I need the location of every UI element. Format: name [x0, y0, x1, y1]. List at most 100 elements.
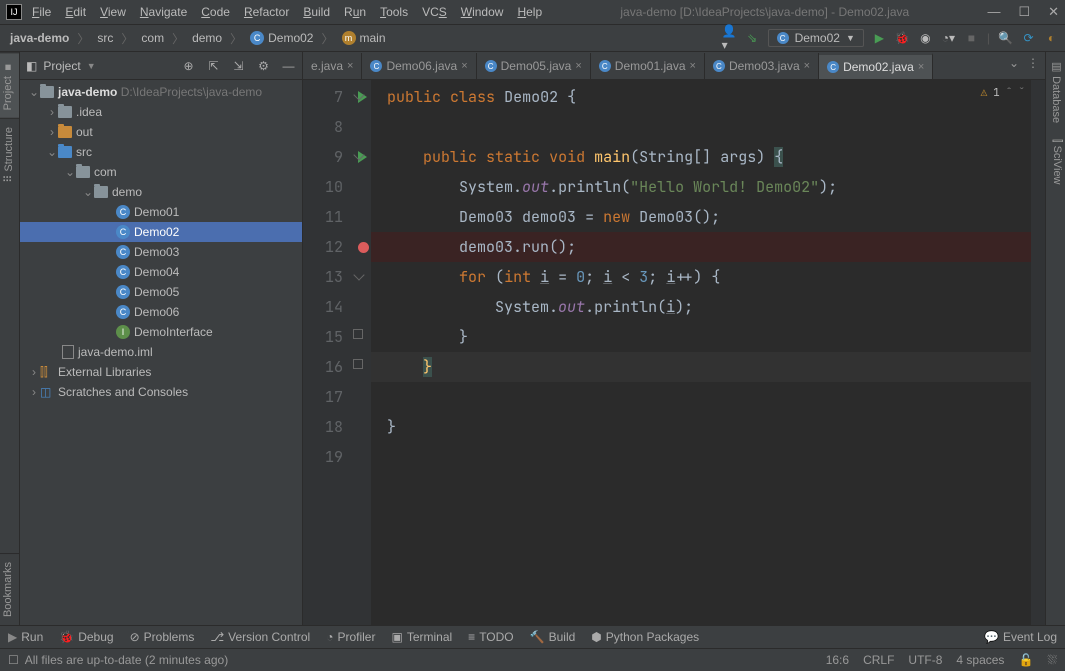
bottom-tab-build[interactable]: 🔨Build [530, 630, 576, 644]
build-icon[interactable]: ⇘ [745, 31, 760, 46]
crumb-demo[interactable]: demo [188, 31, 226, 45]
maximize-icon[interactable]: ☐ [1018, 4, 1030, 20]
profile-icon[interactable]: ◔▾ [941, 31, 956, 46]
bottom-tab-vcs[interactable]: ⎇Version Control [210, 630, 310, 644]
collapse-all-icon[interactable]: ⇲ [231, 58, 246, 73]
tree-node-idea[interactable]: ›.idea [20, 102, 302, 122]
run-icon[interactable]: ▶ [872, 31, 887, 46]
close-icon[interactable]: × [575, 60, 581, 72]
status-indent[interactable]: 4 spaces [956, 653, 1004, 667]
tab-demo01[interactable]: CDemo01.java× [591, 53, 705, 79]
tree-node-demo[interactable]: ⌄demo [20, 182, 302, 202]
crumb-src[interactable]: src [93, 31, 117, 45]
add-config-icon[interactable]: 👤▾ [722, 31, 737, 46]
menu-view[interactable]: View [100, 5, 126, 19]
menu-vcs[interactable]: VCS [422, 5, 447, 19]
bottom-tab-problems[interactable]: ⊘Problems [130, 630, 195, 644]
code-content[interactable]: public class Demo02 { public static void… [371, 80, 1045, 625]
menu-code[interactable]: Code [201, 5, 230, 19]
close-icon[interactable]: × [347, 60, 353, 72]
sync-icon[interactable]: ⟳ [1021, 31, 1036, 46]
coverage-icon[interactable]: ◉ [918, 31, 933, 46]
close-icon[interactable]: × [804, 60, 810, 72]
menu-navigate[interactable]: Navigate [140, 5, 187, 19]
tree-node-com[interactable]: ⌄com [20, 162, 302, 182]
menu-help[interactable]: Help [517, 5, 542, 19]
left-tab-bookmarks[interactable]: Bookmarks [0, 553, 19, 625]
bottom-tab-profiler[interactable]: ◔Profiler [326, 630, 375, 644]
tree-node-demo03[interactable]: CDemo03 [20, 242, 302, 262]
tab-demo05[interactable]: CDemo05.java× [477, 53, 591, 79]
tree-node-demo02[interactable]: CDemo02 [20, 222, 302, 242]
select-opened-icon[interactable]: ⊕ [181, 58, 196, 73]
menu-file[interactable]: File [32, 5, 51, 19]
menu-edit[interactable]: Edit [65, 5, 86, 19]
search-icon[interactable]: 🔍 [998, 31, 1013, 46]
fold-gutter[interactable] [351, 80, 371, 625]
line-gutter[interactable]: 7 8 9 10 11 12 13 14 15 16 17 18 19 [303, 80, 351, 625]
tree-node-src[interactable]: ⌄src [20, 142, 302, 162]
minimize-icon[interactable]: ― [987, 4, 1000, 20]
close-icon[interactable]: ✕ [1048, 4, 1059, 20]
tabs-more-icon[interactable]: ⋮ [1027, 56, 1039, 70]
hide-panel-icon[interactable]: — [281, 58, 296, 73]
tree-node-iml[interactable]: java-demo.iml [20, 342, 302, 362]
menu-window[interactable]: Window [461, 5, 504, 19]
debug-icon[interactable]: 🐞 [895, 31, 910, 46]
stop-icon[interactable]: ■ [964, 31, 979, 46]
tree-node-demointerface[interactable]: IDemoInterface [20, 322, 302, 342]
expand-all-icon[interactable]: ⇱ [206, 58, 221, 73]
crumb-class[interactable]: CDemo02 [246, 31, 317, 45]
chevron-down-icon[interactable]: ▼ [87, 61, 96, 71]
crumb-project[interactable]: java-demo [6, 31, 73, 45]
menu-build[interactable]: Build [303, 5, 330, 19]
right-tab-sciview[interactable]: ⫿ SciView [1046, 131, 1065, 193]
tree-node-out[interactable]: ›out [20, 122, 302, 142]
readonly-icon[interactable]: 🔓 [1018, 653, 1033, 667]
status-encoding[interactable]: UTF-8 [908, 653, 942, 667]
code-editor[interactable]: 7 8 9 10 11 12 13 14 15 16 17 18 19 [303, 80, 1045, 625]
tree-node-project[interactable]: ⌄java-demo D:\IdeaProjects\java-demo [20, 82, 302, 102]
tab-partial[interactable]: e.java× [303, 53, 362, 79]
close-icon[interactable]: × [461, 60, 467, 72]
bottom-tab-debug[interactable]: 🐞Debug [59, 630, 113, 644]
right-tab-database[interactable]: ▤ Database [1046, 52, 1065, 131]
close-icon[interactable]: × [918, 61, 924, 73]
tree-node-scratches[interactable]: ›◫Scratches and Consoles [20, 382, 302, 402]
menu-run[interactable]: Run [344, 5, 366, 19]
bottom-tab-terminal[interactable]: ▣Terminal [391, 630, 452, 644]
tree-node-external[interactable]: ›⫿⫿External Libraries [20, 362, 302, 382]
close-icon[interactable]: × [690, 60, 696, 72]
left-tab-project[interactable]: Project ■ [0, 52, 19, 118]
left-tab-structure[interactable]: ⠿ Structure [0, 118, 19, 191]
bottom-toolwindow-bar: ▶Run 🐞Debug ⊘Problems ⎇Version Control ◔… [0, 625, 1065, 648]
bottom-tab-eventlog[interactable]: 💬Event Log [984, 630, 1057, 644]
tabs-dropdown-icon[interactable]: ⌄ [1009, 56, 1019, 70]
menu-tools[interactable]: Tools [380, 5, 408, 19]
bottom-tab-todo[interactable]: ≡TODO [468, 630, 513, 644]
tree-node-demo05[interactable]: CDemo05 [20, 282, 302, 302]
ide-updates-icon[interactable]: ◐ [1044, 31, 1059, 46]
tree-node-demo01[interactable]: CDemo01 [20, 202, 302, 222]
tab-demo06[interactable]: CDemo06.java× [362, 53, 476, 79]
tab-demo03[interactable]: CDemo03.java× [705, 53, 819, 79]
tree-node-demo04[interactable]: CDemo04 [20, 262, 302, 282]
class-icon: C [827, 61, 839, 73]
tab-demo02[interactable]: CDemo02.java× [819, 53, 933, 79]
class-icon: C [713, 60, 725, 72]
status-line-separator[interactable]: CRLF [863, 653, 894, 667]
status-icon[interactable]: ☐ [8, 653, 19, 667]
run-config-selector[interactable]: C Demo02 ▼ [768, 29, 864, 47]
method-icon: m [342, 31, 356, 45]
settings-icon[interactable]: ⚙ [256, 58, 271, 73]
error-stripe[interactable] [1031, 80, 1045, 625]
bottom-tab-python[interactable]: ⬢Python Packages [591, 630, 699, 644]
memory-icon[interactable]: ⛆ [1047, 653, 1057, 668]
tree-node-demo06[interactable]: CDemo06 [20, 302, 302, 322]
crumb-com[interactable]: com [137, 31, 168, 45]
menu-refactor[interactable]: Refactor [244, 5, 289, 19]
crumb-method[interactable]: mmain [338, 31, 390, 45]
inspections-widget[interactable]: ⚠1 ˆˇ [981, 86, 1025, 100]
bottom-tab-run[interactable]: ▶Run [8, 630, 43, 644]
status-position[interactable]: 16:6 [826, 653, 849, 667]
